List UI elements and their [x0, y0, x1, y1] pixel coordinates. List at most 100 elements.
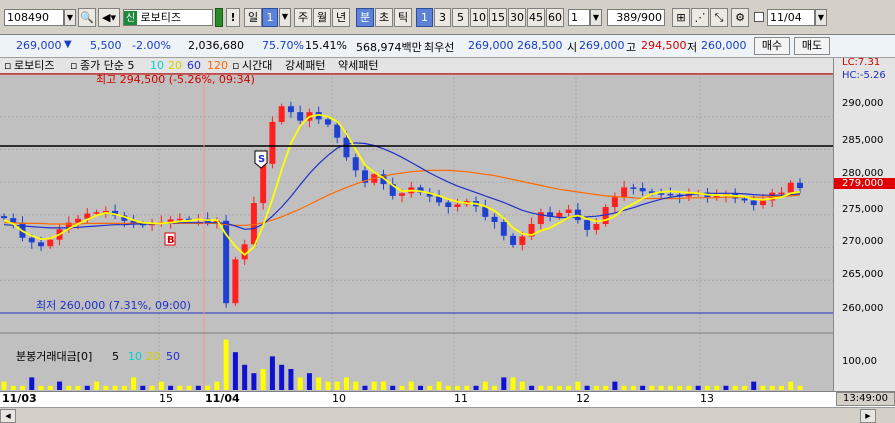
volume-bar	[316, 377, 322, 390]
zoom-button[interactable]: ⤡	[710, 8, 728, 27]
volume-bar	[769, 385, 775, 390]
minute-15[interactable]: 15	[489, 8, 507, 27]
x-label-13: 13	[700, 392, 714, 405]
date-dropdown[interactable]: ▼	[815, 9, 827, 26]
volume-bar	[778, 385, 784, 390]
volume-bar	[195, 385, 201, 390]
candle-body	[232, 259, 239, 304]
legend-close-icon[interactable]: ▫	[70, 58, 77, 73]
candle-body	[611, 197, 618, 208]
x-label-1104: 11/04	[205, 392, 240, 405]
volume-bar	[418, 385, 424, 390]
legend-ma120: 120	[207, 59, 228, 72]
code-dropdown[interactable]: ▼	[64, 9, 76, 26]
volume-bar	[436, 381, 442, 390]
volume-bar	[121, 385, 127, 390]
minute-1[interactable]: 1	[416, 8, 433, 27]
volume-bar	[612, 381, 618, 390]
volume-bar	[677, 385, 683, 390]
custom-minute-dropdown[interactable]: ▼	[590, 9, 602, 26]
candle-body	[287, 106, 294, 113]
gear-icon: ⚙	[735, 11, 745, 24]
period-second[interactable]: 초	[375, 8, 393, 27]
volume-bar	[84, 385, 90, 390]
legend-box-icon[interactable]: ▫	[4, 58, 11, 73]
alert-button[interactable]: !	[226, 8, 240, 27]
name-arrow-button[interactable]	[215, 8, 223, 27]
legend-indicator-bull: 강세패턴	[285, 59, 326, 72]
drawing-tool-button[interactable]: ⋰	[691, 8, 709, 27]
buy-button[interactable]: 매수	[754, 37, 790, 55]
volume-bar	[649, 385, 655, 390]
candle-body	[47, 239, 54, 247]
candle-body	[565, 209, 572, 213]
date-checkbox[interactable]	[754, 12, 764, 22]
volume-bar	[269, 356, 275, 390]
period-number-dropdown[interactable]: ▼	[279, 8, 291, 27]
chart-panel[interactable]: ▫ 로보티즈 ▫ 종가 단순 5 10 20 60 120 ▫ 시간대 강세패턴…	[0, 58, 833, 391]
stock-code-input[interactable]: 108490	[4, 9, 64, 26]
period-day[interactable]: 일	[244, 8, 262, 27]
minute-30[interactable]: 30	[508, 8, 526, 27]
period-number[interactable]: 1	[262, 8, 278, 27]
stock-name-field[interactable]: 신 로보티즈	[123, 9, 213, 26]
settings-button[interactable]: ⚙	[731, 8, 749, 27]
x-label-1103: 11/03	[2, 392, 37, 405]
low-annotation: 최저 260,000 (7.31%, 09:00)	[36, 299, 191, 312]
volume-bar	[380, 381, 386, 390]
y-tick-285000: 285,000	[842, 135, 884, 146]
volume-bar	[455, 385, 461, 390]
date-input[interactable]: 11/04	[767, 9, 815, 26]
volume-bar	[251, 373, 257, 390]
period-year[interactable]: 년	[332, 8, 350, 27]
custom-minute-input[interactable]: 1	[568, 9, 590, 26]
volume-bar	[1, 381, 7, 390]
down-arrow-icon: ▼	[64, 39, 72, 50]
minute-60[interactable]: 60	[546, 8, 564, 27]
minute-3[interactable]: 3	[434, 8, 451, 27]
period-week[interactable]: 주	[294, 8, 312, 27]
current-price-tag: 279,000	[834, 178, 895, 189]
history-button[interactable]: ◀▾	[98, 8, 120, 27]
volume-bar	[640, 385, 646, 390]
chart-tool-button[interactable]: ⊞	[672, 8, 690, 27]
period-minute[interactable]: 분	[356, 8, 374, 27]
minute-10[interactable]: 10	[470, 8, 488, 27]
legend-box-icon-2[interactable]: ▫	[232, 58, 239, 73]
stock-name: 로보티즈	[140, 11, 181, 24]
minute-45[interactable]: 45	[527, 8, 545, 27]
x-label-15: 15	[159, 392, 173, 405]
volume-bar	[29, 377, 35, 390]
volume-bar	[205, 385, 211, 390]
bar-count-field[interactable]: 389/900	[607, 9, 665, 26]
price-chart[interactable]: 최고 294,500 (-5.26%, 09:34) 최저 260,000 (7…	[0, 73, 833, 391]
volume-bar	[232, 352, 238, 390]
minute-5[interactable]: 5	[452, 8, 469, 27]
candle-body	[352, 157, 359, 171]
volume-bar	[593, 385, 599, 390]
volume-bar	[353, 381, 359, 390]
volume-bar	[168, 385, 174, 390]
turnover-rate: 15.41%	[305, 39, 347, 52]
buy-signal-marker: B	[164, 232, 176, 246]
period-month[interactable]: 월	[313, 8, 331, 27]
x-label-11: 11	[454, 392, 468, 405]
volume-bar	[797, 385, 803, 390]
candle-body	[556, 212, 563, 217]
volume-bar	[547, 385, 553, 390]
search-button[interactable]: 🔍	[78, 8, 96, 27]
volume-bar	[445, 385, 451, 390]
volume-bar	[242, 364, 248, 390]
volume-bar	[621, 385, 627, 390]
candle-body	[630, 187, 637, 189]
candle-body	[621, 187, 628, 198]
grid-icon: ⊞	[676, 11, 686, 24]
legend-ma60: 60	[187, 59, 201, 72]
period-tick[interactable]: 틱	[394, 8, 412, 27]
candle-body	[297, 112, 304, 121]
svg-text:S: S	[258, 154, 265, 165]
volume-bar	[695, 385, 701, 390]
volume-bar	[343, 377, 349, 390]
sell-button[interactable]: 매도	[794, 37, 830, 55]
candle-body	[519, 236, 526, 245]
